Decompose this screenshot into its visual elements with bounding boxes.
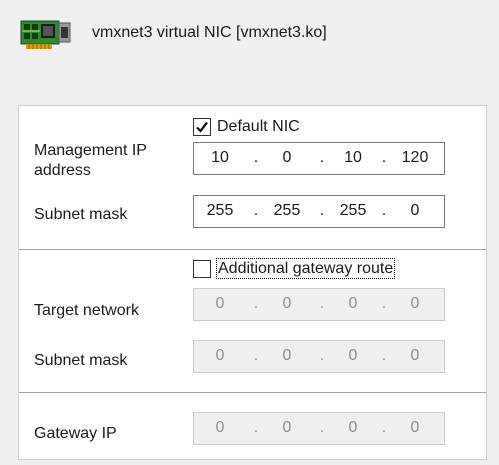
subnet-mask-field[interactable]: 255 . 255 . 255 . 0 — [193, 195, 445, 228]
octet-separator: . — [381, 419, 387, 436]
octet-1[interactable]: 255 — [201, 202, 239, 220]
default-nic-checkbox[interactable] — [193, 118, 211, 136]
octet-separator: . — [319, 149, 325, 166]
octet-separator: . — [253, 347, 259, 364]
octet-3[interactable]: 0 — [334, 347, 372, 365]
octet-1[interactable]: 0 — [201, 295, 239, 313]
header: vmxnet3 virtual NIC [vmxnet3.ko] — [0, 0, 499, 90]
network-card-icon — [20, 19, 72, 53]
octet-separator: . — [253, 419, 259, 436]
octet-4[interactable]: 0 — [396, 347, 434, 365]
nic-settings-panel: Default NIC Management IP address 10 . 0… — [18, 105, 487, 460]
target-network-field[interactable]: 0 . 0 . 0 . 0 — [193, 288, 445, 321]
target-network-label: Target network — [34, 302, 139, 319]
octet-separator: . — [253, 295, 259, 312]
checkmark-icon — [196, 121, 208, 133]
octet-3[interactable]: 0 — [334, 295, 372, 313]
management-ip-field[interactable]: 10 . 0 . 10 . 120 — [193, 142, 445, 175]
octet-separator: . — [381, 202, 387, 219]
nic-title: vmxnet3 virtual NIC [vmxnet3.ko] — [92, 24, 327, 41]
octet-1[interactable]: 0 — [201, 419, 239, 437]
section-divider — [19, 392, 486, 393]
octet-3[interactable]: 0 — [334, 419, 372, 437]
section-divider — [19, 249, 486, 250]
gateway-ip-field[interactable]: 0 . 0 . 0 . 0 — [193, 412, 445, 445]
octet-separator: . — [319, 295, 325, 312]
octet-2[interactable]: 0 — [268, 419, 306, 437]
octet-separator: . — [319, 419, 325, 436]
octet-2[interactable]: 0 — [268, 149, 306, 167]
route-subnet-mask-field[interactable]: 0 . 0 . 0 . 0 — [193, 340, 445, 373]
octet-separator: . — [319, 347, 325, 364]
additional-gateway-route-checkbox[interactable] — [193, 260, 211, 278]
octet-3[interactable]: 255 — [334, 202, 372, 220]
octet-1[interactable]: 10 — [201, 149, 239, 167]
octet-4[interactable]: 0 — [396, 202, 434, 220]
octet-4[interactable]: 0 — [396, 295, 434, 313]
gateway-ip-label: Gateway IP — [34, 425, 117, 442]
route-subnet-mask-label: Subnet mask — [34, 352, 128, 369]
octet-separator: . — [253, 149, 259, 166]
octet-separator: . — [381, 295, 387, 312]
octet-2[interactable]: 0 — [268, 295, 306, 313]
octet-4[interactable]: 120 — [396, 149, 434, 167]
octet-3[interactable]: 10 — [334, 149, 372, 167]
octet-separator: . — [253, 202, 259, 219]
octet-2[interactable]: 255 — [268, 202, 306, 220]
octet-separator: . — [381, 149, 387, 166]
subnet-mask-label: Subnet mask — [34, 206, 128, 223]
octet-separator: . — [381, 347, 387, 364]
management-ip-label-line2: address — [34, 162, 91, 179]
octet-separator: . — [319, 202, 325, 219]
octet-2[interactable]: 0 — [268, 347, 306, 365]
octet-1[interactable]: 0 — [201, 347, 239, 365]
default-nic-label: Default NIC — [217, 118, 300, 135]
additional-gateway-route-label: Additional gateway route — [215, 258, 396, 279]
octet-4[interactable]: 0 — [396, 419, 434, 437]
management-ip-label-line1: Management IP — [34, 142, 147, 159]
